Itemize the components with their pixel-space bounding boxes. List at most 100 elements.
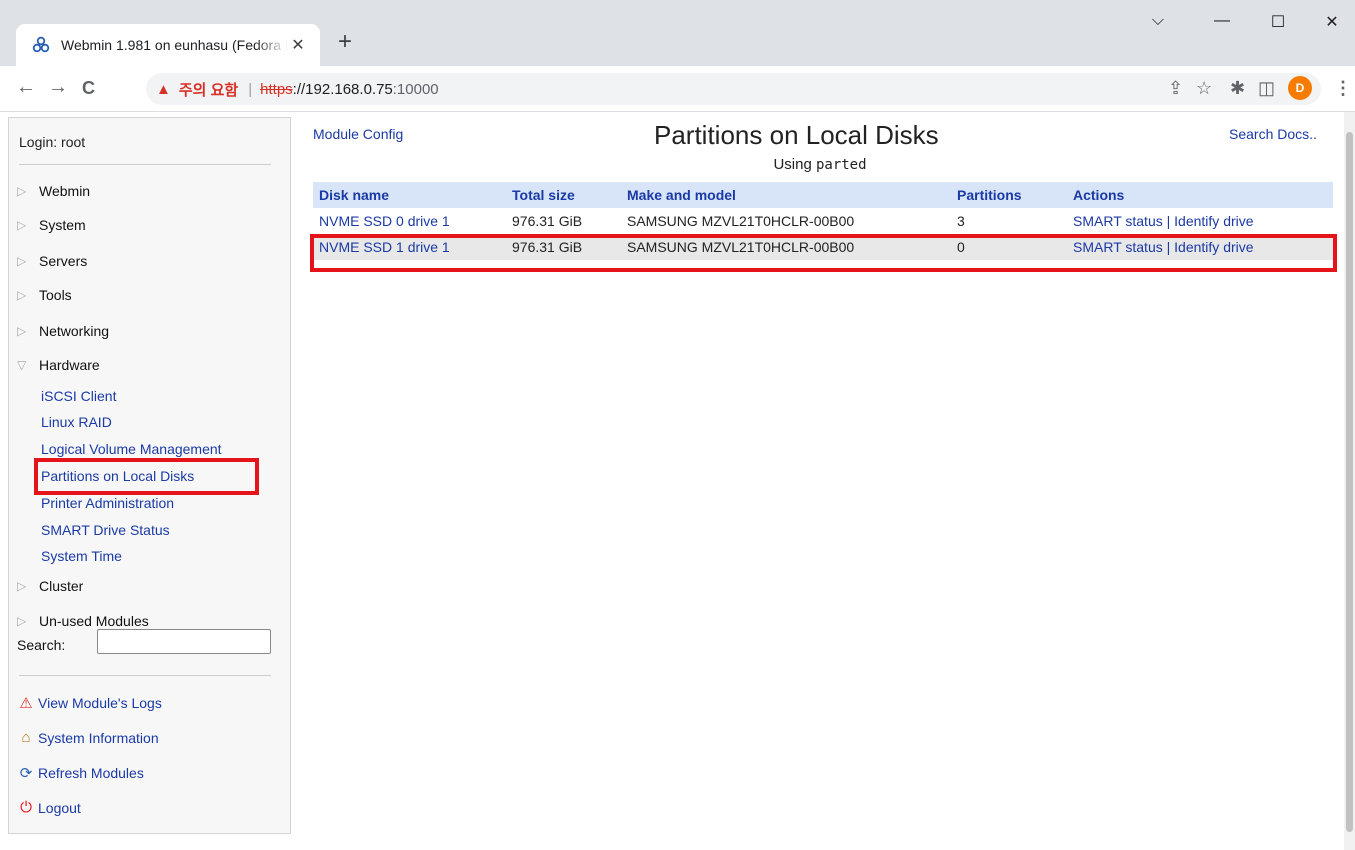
side-panel-icon[interactable]: ◫ [1258,78,1275,99]
tab-close-icon[interactable]: ✕ [288,35,308,55]
menu-icon[interactable]: ⋮ [1334,78,1352,99]
category-webmin[interactable]: ▷ Webmin [17,183,90,199]
refresh-modules-link[interactable]: ⟳ Refresh Modules [17,764,144,782]
table-header-row: Disk name Total size Make and model Part… [313,182,1333,208]
divider [19,675,271,676]
tab-title: Webmin 1.981 on eunhasu (Fedora Linux 35… [61,37,288,53]
refresh-icon: ⟳ [19,765,33,782]
module-iscsi-client[interactable]: iSCSI Client [41,388,116,404]
category-label: Networking [39,323,110,339]
identify-drive-link[interactable]: Identify drive [1174,239,1253,255]
category-label: System [39,217,86,233]
category-label: Webmin [39,183,91,199]
collapsed-triangle-icon: ▷ [17,614,27,628]
module-printer-admin[interactable]: Printer Administration [41,495,174,511]
power-icon: ⏻ [20,799,32,816]
url-port: :10000 [392,80,439,98]
browser-titlebar: Webmin 1.981 on eunhasu (Fedora Linux 35… [0,0,1355,66]
minimize-icon[interactable]: — [1212,12,1232,30]
module-config-link[interactable]: Module Config [313,126,403,142]
new-tab-button[interactable]: + [338,28,352,56]
tab-search-icon[interactable]: ⌵ [1148,12,1168,30]
security-warning-label: 주의 요함 [178,81,239,99]
search-label: Search: [17,637,66,653]
category-cluster[interactable]: ▷ Cluster [17,578,83,594]
module-smart-status[interactable]: SMART Drive Status [41,522,170,538]
link-label: Logout [38,799,81,816]
collapsed-triangle-icon: ▷ [17,254,27,268]
col-actions: Actions [1067,182,1333,208]
disk-link[interactable]: NVME SSD 0 drive 1 [319,213,450,229]
table-row: NVME SSD 1 drive 1 976.31 GiB SAMSUNG MZ… [313,234,1333,260]
system-information-link[interactable]: ⌂ System Information [17,729,159,746]
page-title: Partitions on Local Disks [654,120,939,150]
forward-icon[interactable]: → [48,76,68,99]
col-total-size: Total size [506,182,621,208]
module-lvm[interactable]: Logical Volume Management [41,441,222,457]
disk-actions: SMART status | Identify drive [1067,234,1333,260]
page-subtitle: Using parted [0,156,1355,173]
disk-link[interactable]: NVME SSD 1 drive 1 [319,239,450,255]
collapsed-triangle-icon: ▷ [17,218,27,232]
warning-icon: ⚠ [19,695,33,712]
warning-triangle-icon: ▲ [156,80,171,98]
module-system-time[interactable]: System Time [41,548,122,564]
login-label: Login: root [19,134,86,150]
collapsed-triangle-icon: ▷ [17,184,27,198]
url-scheme: https [260,80,293,98]
category-label: Tools [39,287,72,303]
disk-actions: SMART status | Identify drive [1067,208,1333,234]
module-partitions[interactable]: Partitions on Local Disks [41,468,194,484]
link-label: View Module's Logs [38,695,162,711]
link-label: System Information [38,729,159,746]
profile-avatar[interactable]: D [1288,76,1312,100]
smart-status-link[interactable]: SMART status [1073,213,1163,229]
view-module-logs-link[interactable]: ⚠ View Module's Logs [17,694,162,712]
module-linux-raid[interactable]: Linux RAID [41,414,112,430]
disk-model: SAMSUNG MZVL21T0HCLR-00B00 [621,234,951,260]
col-make-model: Make and model [621,182,951,208]
disk-partitions: 3 [951,208,1067,234]
search-docs-link[interactable]: Search Docs.. [1229,126,1317,142]
smart-status-link[interactable]: SMART status [1073,239,1163,255]
address-bar[interactable]: ▲ 주의 요함 | https ://192.168.0.75 :10000 [146,73,1321,105]
webmin-sidebar: Login: root ▷ Webmin ▷ System ▷ Servers … [8,117,291,834]
close-window-icon[interactable]: ✕ [1322,12,1342,32]
page-scrollbar[interactable] [1344,112,1355,850]
category-networking[interactable]: ▷ Networking [17,323,109,339]
collapsed-triangle-icon: ▷ [17,288,27,302]
browser-toolbar: ← → C ▲ 주의 요함 | https ://192.168.0.75 :1… [0,66,1355,112]
category-servers[interactable]: ▷ Servers [17,253,87,269]
category-tools[interactable]: ▷ Tools [17,287,72,303]
extensions-icon[interactable]: ✱ [1230,78,1245,99]
category-unused-modules[interactable]: ▷ Un-used Modules [17,613,149,629]
reload-icon[interactable]: C [82,78,95,99]
category-system[interactable]: ▷ System [17,217,86,233]
expanded-triangle-icon: ▽ [17,358,27,372]
category-hardware[interactable]: ▽ Hardware [17,357,100,373]
share-icon[interactable]: ⇪ [1168,78,1183,99]
scroll-thumb[interactable] [1346,132,1353,832]
back-icon[interactable]: ← [16,76,36,99]
col-partitions: Partitions [951,182,1067,208]
disk-size: 976.31 GiB [506,208,621,234]
security-warning[interactable]: ▲ 주의 요함 [156,79,238,100]
action-separator: | [1166,213,1171,229]
table-row: NVME SSD 0 drive 1 976.31 GiB SAMSUNG MZ… [313,208,1333,234]
module-search-input[interactable] [97,629,271,654]
category-label: Cluster [39,578,84,594]
subtitle-tool: parted [815,157,867,173]
logout-link[interactable]: ⏻ Logout [17,799,81,816]
star-icon[interactable]: ☆ [1196,78,1212,99]
home-icon: ⌂ [21,729,31,746]
webmin-favicon-icon [32,36,50,53]
identify-drive-link[interactable]: Identify drive [1174,213,1253,229]
browser-tab[interactable]: Webmin 1.981 on eunhasu (Fedora Linux 35… [16,24,320,66]
url-host: ://192.168.0.75 [292,80,393,98]
collapsed-triangle-icon: ▷ [17,579,27,593]
category-label: Un-used Modules [39,613,149,629]
link-label: Refresh Modules [38,765,144,781]
maximize-icon[interactable]: ☐ [1268,12,1288,32]
category-label: Hardware [39,357,100,373]
disk-partitions: 0 [951,234,1067,260]
